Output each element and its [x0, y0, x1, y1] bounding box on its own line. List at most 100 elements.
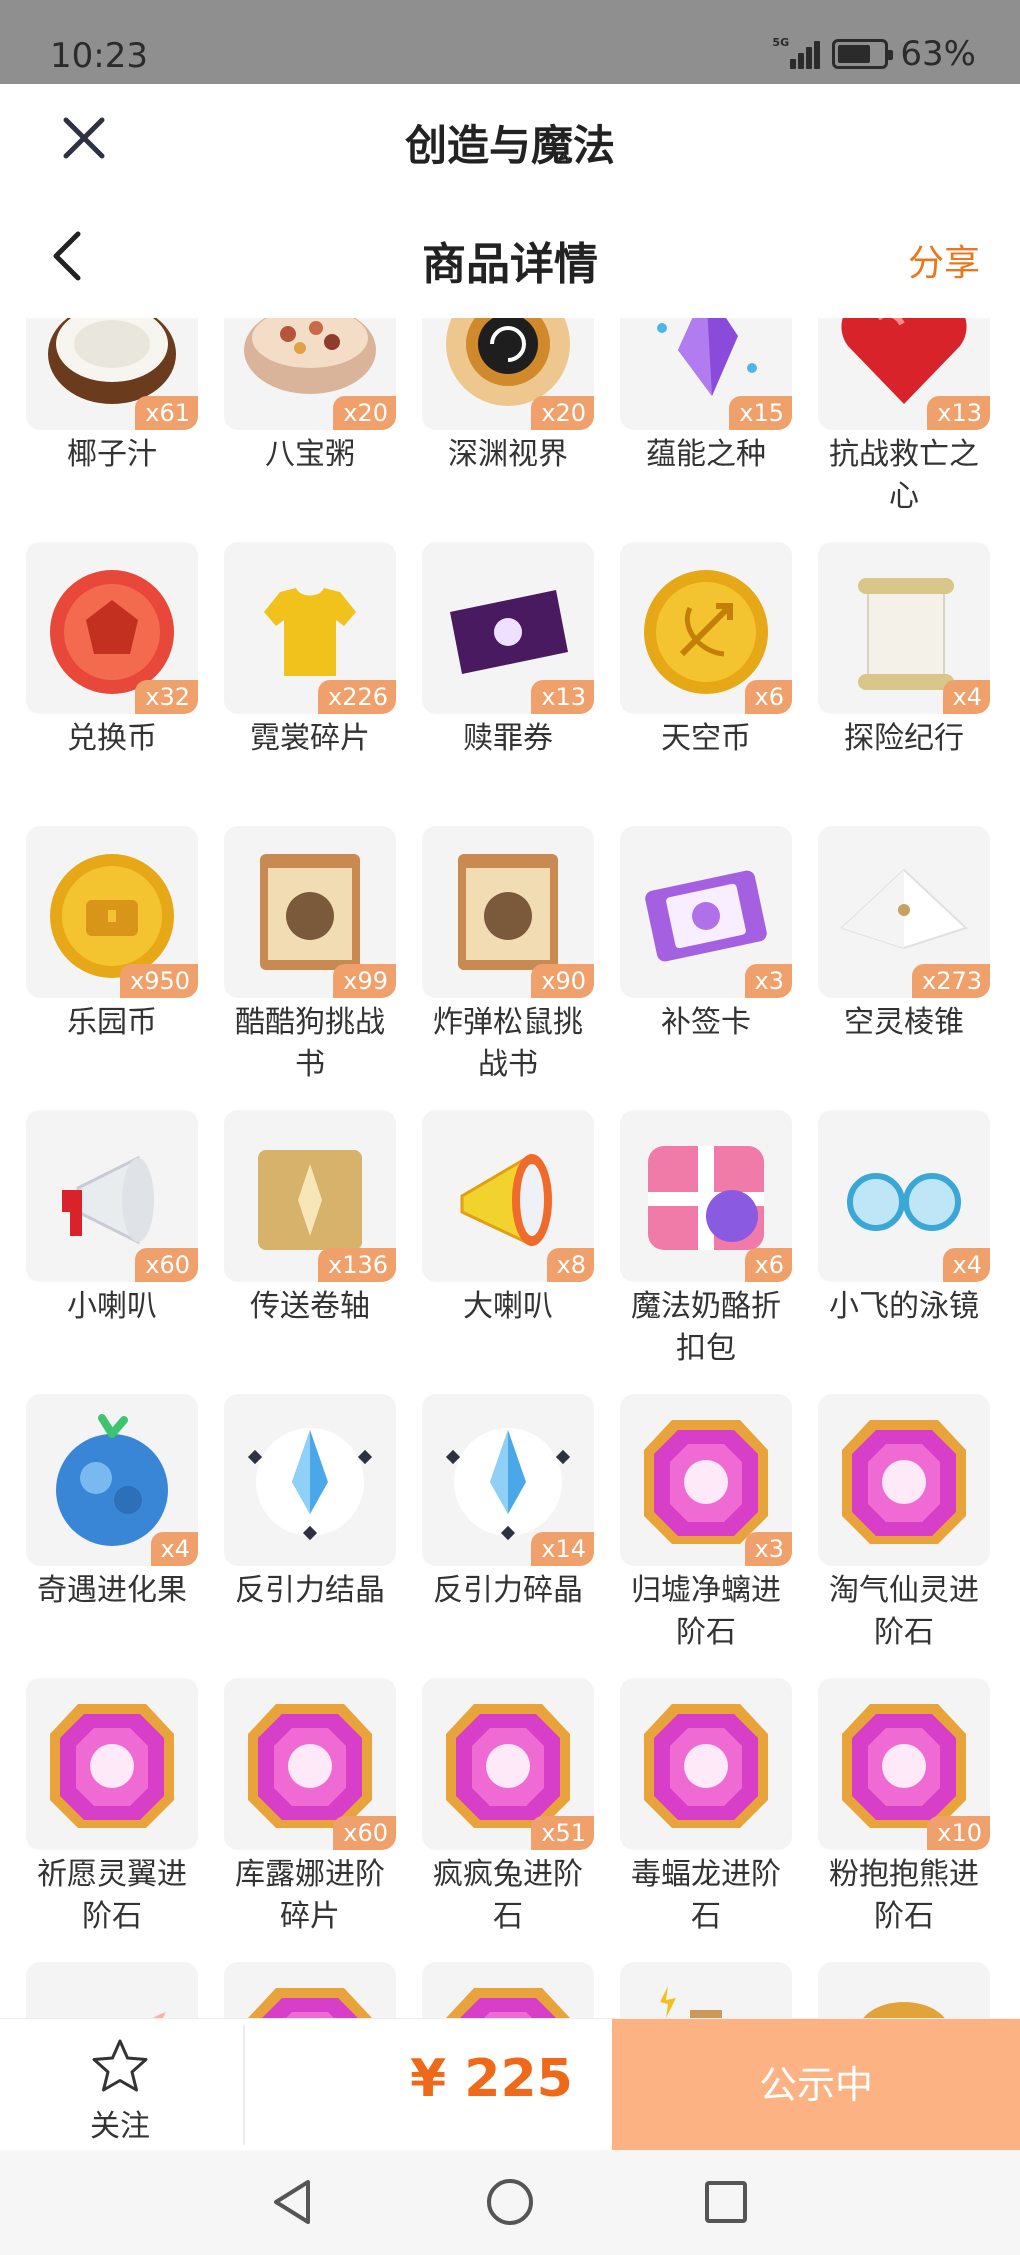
item-card[interactable]: x13 抗战救亡之心 — [818, 318, 990, 542]
item-tile: x99 — [224, 826, 396, 998]
item-card[interactable]: x15 蕴能之种 — [620, 318, 792, 542]
item-card[interactable]: x8 大喇叭 — [422, 1110, 594, 1394]
item-count-badge: x61 — [135, 396, 198, 430]
item-tile: x32 — [26, 542, 198, 714]
item-tile: x4 — [26, 1394, 198, 1566]
item-count-badge: x6 — [744, 1248, 792, 1282]
network-type: 5G — [772, 36, 790, 49]
item-card[interactable]: x4 小飞的泳镜 — [818, 1110, 990, 1394]
item-tile: x3 — [620, 826, 792, 998]
item-card[interactable] — [422, 1962, 594, 2018]
item-grid-viewport[interactable]: x61 椰子汁 x20 八宝粥 x20 深渊视界 x15 蕴能之种 x13 抗战救亡之心 x32 兑换… — [0, 318, 1020, 2018]
publicity-status-button[interactable]: 公示中 — [612, 2019, 1020, 2151]
item-card[interactable]: x226 霓裳碎片 — [224, 542, 396, 826]
item-card[interactable]: x61 椰子汁 — [26, 318, 198, 542]
item-tile: x8 — [422, 1110, 594, 1282]
item-card[interactable] — [26, 1962, 198, 2018]
item-tile: x4 — [818, 542, 990, 714]
item-name: 补签卡 — [661, 1005, 751, 1040]
status-bar: 10:23 5G 63% — [0, 0, 1020, 84]
item-card[interactable]: x51 疯疯兔进阶石 — [422, 1678, 594, 1962]
item-card[interactable]: x32 兑换币 — [26, 542, 198, 826]
item-card[interactable] — [818, 1962, 990, 2018]
item-card[interactable] — [224, 1962, 396, 2018]
item-name: 炸弹松鼠挑战书 — [433, 1005, 583, 1082]
circle-home-icon — [487, 2179, 533, 2225]
favorite-button[interactable]: 关注 — [70, 2037, 170, 2145]
item-tile: x13 — [422, 542, 594, 714]
item-card[interactable]: x20 八宝粥 — [224, 318, 396, 542]
item-count-badge: x60 — [135, 1248, 198, 1282]
item-card[interactable]: x4 探险纪行 — [818, 542, 990, 826]
item-tile — [26, 1678, 198, 1850]
item-card[interactable]: x10 粉抱抱熊进阶石 — [818, 1678, 990, 1962]
item-card[interactable]: x20 深渊视界 — [422, 318, 594, 542]
item-tile: x273 — [818, 826, 990, 998]
item-name: 毒蝠龙进阶石 — [631, 1857, 781, 1934]
battery-percent: 63% — [900, 34, 976, 74]
item-card[interactable]: x13 赎罪券 — [422, 542, 594, 826]
item-name: 奇遇进化果 — [37, 1573, 187, 1608]
item-card[interactable]: x3 补签卡 — [620, 826, 792, 1110]
item-count-badge: x6 — [744, 680, 792, 714]
item-name: 魔法奶酪折扣包 — [631, 1289, 781, 1366]
item-name: 归墟净螭进阶石 — [631, 1573, 781, 1650]
star-icon — [92, 2039, 148, 2092]
item-tile — [224, 1394, 396, 1566]
app-bar: 创造与魔法 — [0, 84, 1020, 192]
item-card[interactable]: x273 空灵棱锥 — [818, 826, 990, 1110]
item-count-badge: x32 — [135, 680, 198, 714]
item-count-badge: x99 — [333, 964, 396, 998]
item-card[interactable]: 淘气仙灵进阶石 — [818, 1394, 990, 1678]
item-name: 天空币 — [661, 721, 751, 756]
system-nav-bar — [0, 2150, 1020, 2255]
item-card[interactable]: x14 反引力碎晶 — [422, 1394, 594, 1678]
item-tile: x20 — [224, 318, 396, 430]
item-name: 乐园币 — [67, 1005, 157, 1040]
bottom-action-bar: 关注 ¥ 225 公示中 — [0, 2018, 1020, 2151]
item-tile: x14 — [422, 1394, 594, 1566]
item-card[interactable]: x136 传送卷轴 — [224, 1110, 396, 1394]
item-card[interactable]: x3 归墟净螭进阶石 — [620, 1394, 792, 1678]
nav-recents-button[interactable] — [700, 2176, 752, 2228]
page-header: 商品详情 分享 — [0, 200, 1020, 308]
item-name: 霓裳碎片 — [250, 721, 370, 756]
item-tile — [620, 1678, 792, 1850]
item-tile: x226 — [224, 542, 396, 714]
item-name: 赎罪券 — [463, 721, 553, 756]
item-count-badge: x13 — [927, 396, 990, 430]
item-tile: x60 — [224, 1678, 396, 1850]
item-name: 反引力碎晶 — [433, 1573, 583, 1608]
item-tile — [818, 1962, 990, 2018]
battery-fill — [838, 45, 870, 63]
item-tile — [26, 1962, 198, 2018]
item-card[interactable]: x60 库露娜进阶碎片 — [224, 1678, 396, 1962]
share-button[interactable]: 分享 — [908, 234, 980, 286]
item-card[interactable]: x6 魔法奶酪折扣包 — [620, 1110, 792, 1394]
item-count-badge: x13 — [531, 680, 594, 714]
item-name: 八宝粥 — [265, 437, 355, 472]
item-tile — [422, 1962, 594, 2018]
item-card[interactable]: x950 乐园币 — [26, 826, 198, 1110]
item-name: 大喇叭 — [463, 1289, 553, 1324]
nav-home-button[interactable] — [484, 2176, 536, 2228]
nav-back-button[interactable] — [268, 2176, 320, 2228]
item-card[interactable] — [620, 1962, 792, 2018]
item-card[interactable]: 祈愿灵翼进阶石 — [26, 1678, 198, 1962]
item-count-badge: x14 — [531, 1532, 594, 1566]
item-card[interactable]: x6 天空币 — [620, 542, 792, 826]
item-card[interactable]: x99 酷酷狗挑战书 — [224, 826, 396, 1110]
item-card[interactable]: x90 炸弹松鼠挑战书 — [422, 826, 594, 1110]
item-name: 椰子汁 — [67, 437, 157, 472]
item-tile: x6 — [620, 1110, 792, 1282]
item-card[interactable]: 反引力结晶 — [224, 1394, 396, 1678]
item-name: 小喇叭 — [67, 1289, 157, 1324]
item-tile: x136 — [224, 1110, 396, 1282]
item-card[interactable]: x60 小喇叭 — [26, 1110, 198, 1394]
item-count-badge: x3 — [744, 1532, 792, 1566]
item-tile: x3 — [620, 1394, 792, 1566]
item-card[interactable]: x4 奇遇进化果 — [26, 1394, 198, 1678]
square-recents-icon — [705, 2181, 747, 2223]
item-card[interactable]: 毒蝠龙进阶石 — [620, 1678, 792, 1962]
item-name: 库露娜进阶碎片 — [235, 1857, 385, 1934]
